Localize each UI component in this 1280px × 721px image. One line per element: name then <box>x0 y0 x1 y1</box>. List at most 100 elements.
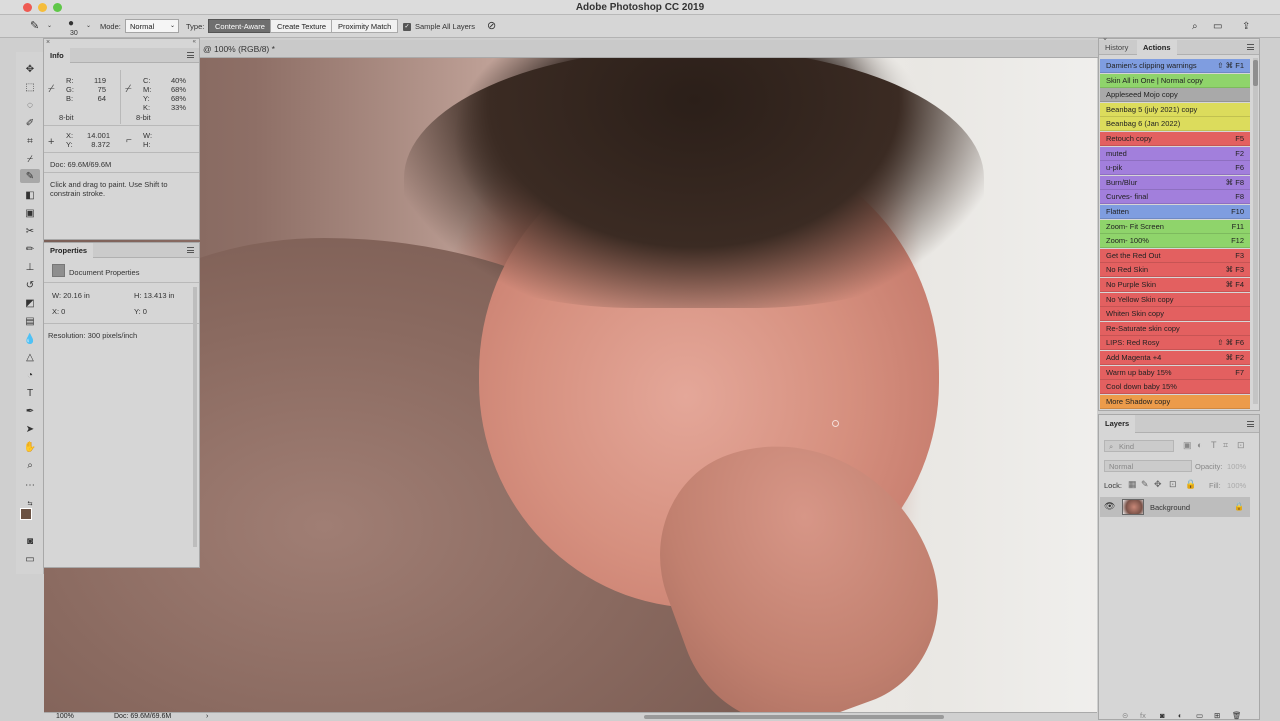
sample-all-layers-checkbox[interactable]: ✓ <box>403 23 411 31</box>
move-tool-icon[interactable]: ✥ <box>23 62 37 76</box>
action-item[interactable]: Appleseed Mojo copy <box>1100 88 1250 103</box>
frame-tool-icon[interactable]: ▣ <box>23 206 37 220</box>
action-item[interactable]: Whiten Skin copy <box>1100 307 1250 322</box>
action-item[interactable]: More Shadow copy <box>1100 394 1250 409</box>
healing-brush-tool-icon[interactable]: ✎ <box>20 169 40 183</box>
blur-tool-icon[interactable]: 💧 <box>23 332 37 346</box>
tool-preset-chevron-icon[interactable]: ⌄ <box>47 20 52 33</box>
adjustment-layer-icon[interactable]: ◐ <box>1178 711 1183 720</box>
eyedropper-tool-icon[interactable]: ⌿ <box>23 152 37 166</box>
eyedropper-rgb-icon[interactable]: ⌿ <box>48 83 55 96</box>
link-layers-icon[interactable]: ⊝ <box>1122 711 1128 720</box>
action-item[interactable]: Warm up baby 15% F7 <box>1100 365 1250 380</box>
layer-mask-icon[interactable]: ◙ <box>1160 711 1165 720</box>
actions-scrollbar-thumb[interactable] <box>1253 60 1258 86</box>
lock-transparent-icon[interactable]: ▦ <box>1128 480 1137 489</box>
fill-input[interactable]: 100% <box>1227 481 1246 490</box>
layer-filter-kind-select[interactable]: ⌕ Kind <box>1104 440 1174 452</box>
filter-pixel-icon[interactable]: ▣ <box>1183 441 1192 450</box>
type-content-aware-button[interactable]: Content-Aware <box>208 19 272 33</box>
search-icon[interactable]: ⌕ <box>1192 20 1198 33</box>
path-selection-tool-icon[interactable]: ➤ <box>23 422 37 436</box>
screen-mode-icon[interactable]: ▭ <box>23 552 37 566</box>
scissors-tool-icon[interactable]: ✂ <box>23 224 37 238</box>
hand-tool-icon[interactable]: ✋ <box>23 440 37 454</box>
foreground-color-swatch[interactable] <box>20 508 32 520</box>
delete-layer-icon[interactable]: 🗑 <box>1232 711 1242 720</box>
tab-properties[interactable]: Properties <box>44 243 94 258</box>
type-create-texture-button[interactable]: Create Texture <box>270 19 334 33</box>
document-tab[interactable]: @ 100% (RGB/8) * <box>200 40 1100 58</box>
lasso-tool-icon[interactable]: ◌ <box>23 98 37 112</box>
mode-select[interactable]: Normal ⌄ <box>125 19 179 33</box>
more-tools-icon[interactable]: ⋯ <box>23 478 37 492</box>
action-item[interactable]: No Yellow Skin copy <box>1100 292 1250 307</box>
quick-mask-icon[interactable]: ◙ <box>23 534 37 548</box>
action-item[interactable]: u-pik F6 <box>1100 161 1250 176</box>
new-layer-icon[interactable]: ⊞ <box>1214 711 1220 720</box>
image-canvas[interactable] <box>44 58 1097 712</box>
layer-style-icon[interactable]: fx <box>1140 711 1146 720</box>
action-item[interactable]: Zoom- 100% F12 <box>1100 234 1250 249</box>
action-item[interactable]: Get the Red Out F3 <box>1100 248 1250 263</box>
filter-type-icon[interactable]: T <box>1211 441 1217 450</box>
crop-tool-icon[interactable]: ⌗ <box>23 134 37 148</box>
healing-brush-icon[interactable]: ✎ <box>30 20 39 33</box>
filter-adjustment-icon[interactable]: ◐ <box>1197 441 1202 450</box>
tab-layers[interactable]: Layers <box>1099 415 1136 433</box>
action-item[interactable]: Zoom- Fit Screen F11 <box>1100 219 1250 234</box>
brush-picker-chevron-icon[interactable]: ⌄ <box>86 20 91 33</box>
lock-all-icon[interactable]: 🔒 <box>1185 480 1196 489</box>
pen-tool-icon[interactable]: ✒ <box>23 404 37 418</box>
action-item[interactable]: Skin All in One | Normal copy <box>1100 73 1250 88</box>
zoom-tool-icon[interactable]: ⌕ <box>23 458 37 472</box>
filter-smart-object-icon[interactable]: ⊡ <box>1237 441 1245 450</box>
panel-collapse-icon[interactable]: « <box>193 39 196 45</box>
quick-selection-tool-icon[interactable]: ✐ <box>23 116 37 130</box>
workspace-icon[interactable]: ▭ <box>1213 20 1222 33</box>
layer-visibility-eye-icon[interactable]: 👁 <box>1104 502 1115 511</box>
lock-pixels-icon[interactable]: ✎ <box>1141 480 1149 489</box>
action-item[interactable]: Burn/Blur ⌘ F8 <box>1100 175 1250 190</box>
action-item[interactable]: Beanbag 5 (july 2021) copy <box>1100 102 1250 117</box>
blend-mode-select[interactable]: Normal <box>1104 460 1192 472</box>
action-item[interactable]: muted F2 <box>1100 146 1250 161</box>
panel-close-icon[interactable]: × <box>46 39 50 46</box>
type-proximity-match-button[interactable]: Proximity Match <box>331 19 399 33</box>
horizontal-scrollbar-thumb[interactable] <box>644 715 944 719</box>
action-item[interactable]: Curves- final F8 <box>1100 190 1250 205</box>
lock-position-icon[interactable]: ✥ <box>1154 480 1162 489</box>
sharpen-tool-icon[interactable]: △ <box>23 350 37 364</box>
type-tool-icon[interactable]: T <box>23 386 37 400</box>
gradient-tool-icon[interactable]: ▤ <box>23 314 37 328</box>
panel-menu-icon[interactable] <box>1247 421 1254 427</box>
action-item[interactable]: No Purple Skin ⌘ F4 <box>1100 278 1250 292</box>
dodge-tool-icon[interactable]: ◔ <box>23 368 37 382</box>
share-icon[interactable]: ⇪ <box>1242 20 1250 33</box>
action-item[interactable]: Add Magenta +4 ⌘ F2 <box>1100 351 1250 365</box>
action-item[interactable]: No Red Skin ⌘ F3 <box>1100 263 1250 278</box>
lock-artboard-icon[interactable]: ⊡ <box>1169 480 1177 489</box>
properties-scrollbar[interactable] <box>193 287 197 547</box>
action-item[interactable]: Damien's clipping warnings ⇧ ⌘ F1 <box>1100 59 1250 73</box>
eraser-alt-tool-icon[interactable]: ◧ <box>23 188 37 202</box>
eyedropper-cmyk-icon[interactable]: ⌿ <box>125 83 132 96</box>
panel-menu-icon[interactable] <box>1247 44 1254 50</box>
action-item[interactable]: Cool down baby 15% <box>1100 380 1250 395</box>
opacity-input[interactable]: 100% <box>1227 462 1246 471</box>
action-item[interactable]: Re-Saturate skin copy <box>1100 321 1250 336</box>
action-item[interactable]: Flatten F10 <box>1100 205 1250 219</box>
marquee-tool-icon[interactable]: ⬚ <box>23 80 37 94</box>
layer-row-background[interactable]: 👁 Background 🔒 <box>1100 497 1250 517</box>
tab-actions[interactable]: Actions <box>1137 40 1177 55</box>
new-group-icon[interactable]: ▭ <box>1196 711 1203 720</box>
filter-shape-icon[interactable]: ⌗ <box>1223 441 1228 450</box>
clone-stamp-tool-icon[interactable]: ⊥ <box>23 260 37 274</box>
panel-menu-icon[interactable] <box>187 247 194 253</box>
panel-menu-icon[interactable] <box>187 52 194 58</box>
pressure-size-icon[interactable]: ⊘ <box>487 20 496 33</box>
tab-info[interactable]: Info <box>44 48 70 63</box>
action-item[interactable]: Beanbag 6 (Jan 2022) <box>1100 117 1250 132</box>
brush-tool-icon[interactable]: ✏ <box>23 242 37 256</box>
history-brush-tool-icon[interactable]: ↺ <box>23 278 37 292</box>
